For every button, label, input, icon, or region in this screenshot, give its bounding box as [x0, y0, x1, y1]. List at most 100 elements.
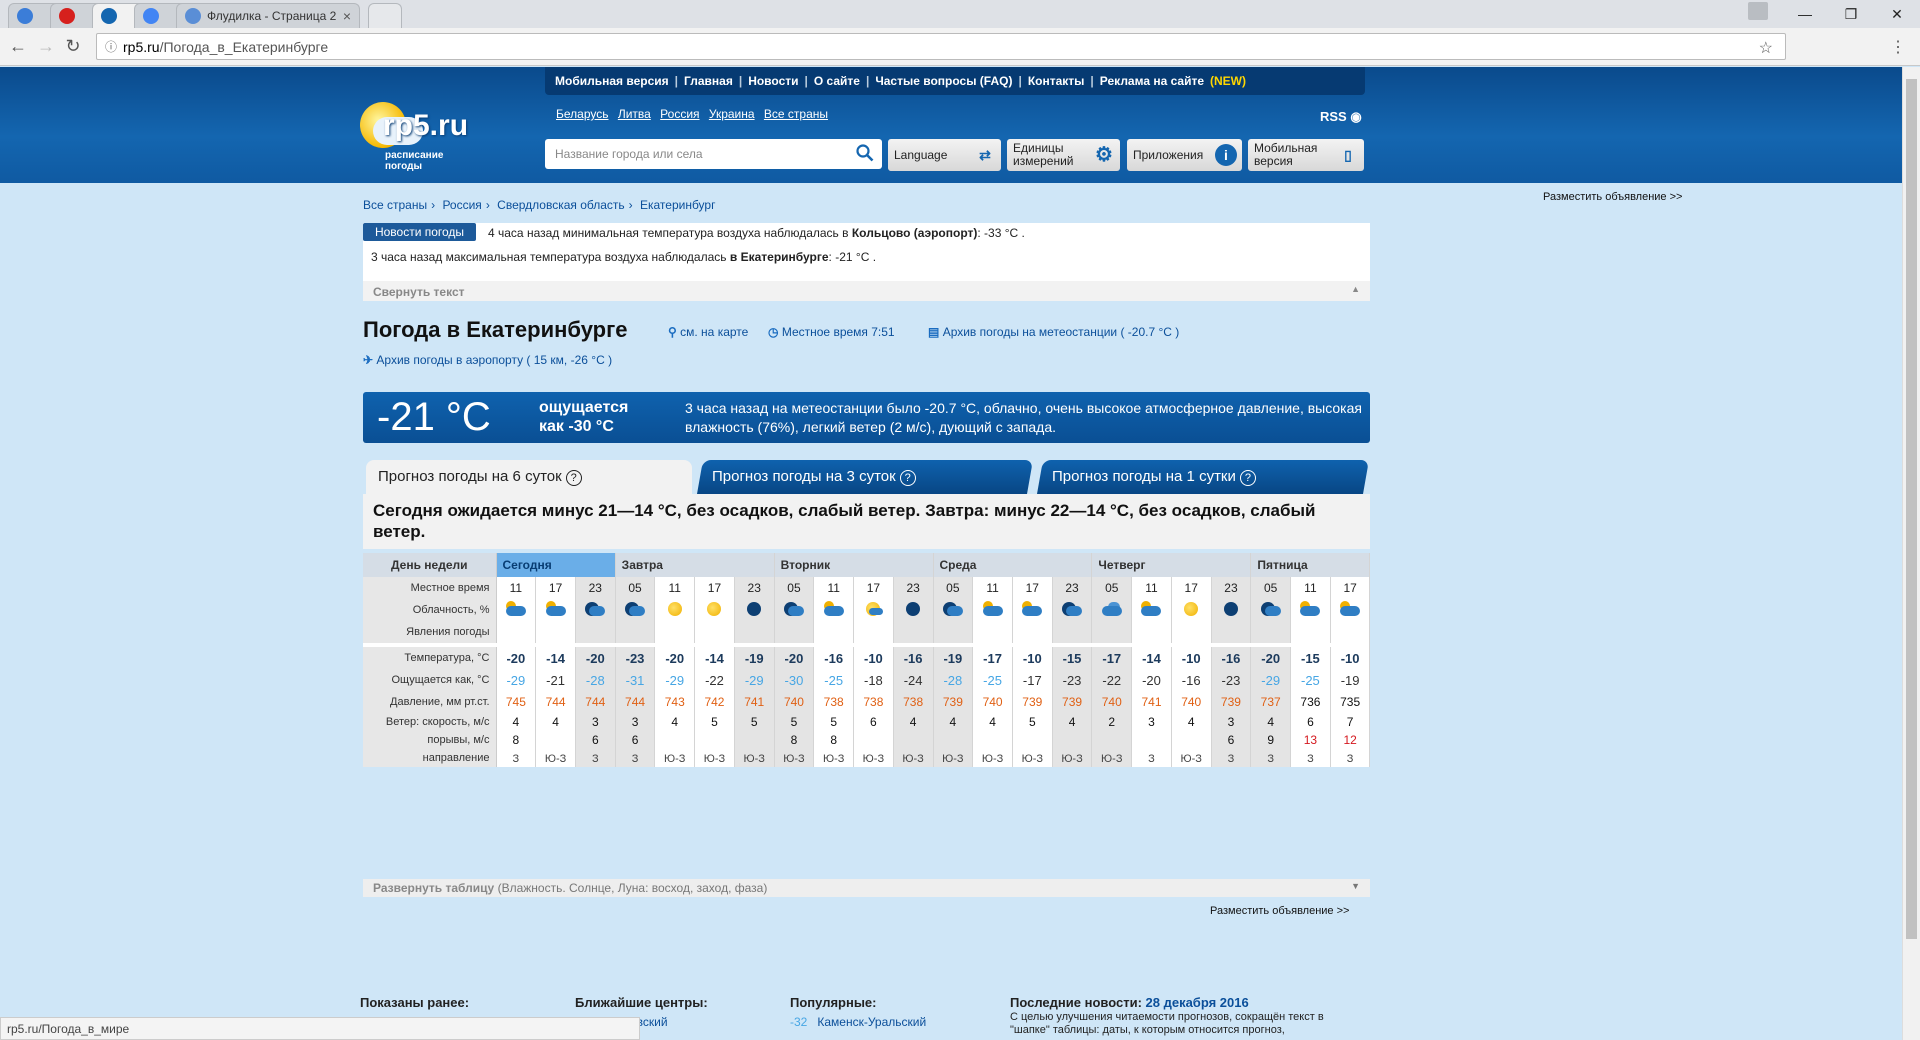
bookmark-star-icon[interactable]: ☆	[1759, 38, 1773, 58]
temperature-cell: -16	[813, 647, 855, 669]
phenomena-cell	[774, 621, 815, 643]
moon-cloud-icon	[1259, 600, 1283, 618]
cloud-row: Облачность, %	[363, 599, 1371, 621]
menu-item-news[interactable]: Новости	[748, 74, 798, 88]
sun-cloud-icon	[1139, 600, 1163, 618]
ad-link-top[interactable]: Разместить объявление >>	[1543, 191, 1682, 203]
pressure-cell: 742	[694, 691, 735, 713]
breadcrumb-item[interactable]: Все страны	[363, 198, 427, 212]
pressure-cell: 739	[1052, 691, 1093, 713]
pressure-cell: 735	[1330, 691, 1371, 713]
menu-item-about[interactable]: О сайте	[814, 74, 860, 88]
site-header: Мобильная версия | Главная | Новости | О са…	[0, 67, 1902, 183]
current-weather-bar: -21 °C ощущается как -30 °C 3 часа назад …	[363, 392, 1370, 443]
close-tab-icon[interactable]: ×	[339, 8, 351, 24]
breadcrumb-item[interactable]: Россия	[442, 198, 481, 212]
language-button[interactable]: Language ⇄	[888, 139, 1001, 171]
tab-forecast-3-days[interactable]: Прогноз погоды на 3 суток?	[697, 460, 1033, 494]
country-link[interactable]: Литва	[618, 107, 651, 121]
tab-forecast-6-days[interactable]: Прогноз погоды на 6 суток?	[366, 460, 692, 494]
search-icon[interactable]	[856, 144, 874, 162]
news-tag[interactable]: Новости погоды	[363, 223, 476, 241]
cloud-cell	[1211, 599, 1252, 621]
menu-item-mobile[interactable]: Мобильная версия	[555, 74, 669, 88]
tab-favicon-icon	[59, 8, 75, 24]
help-icon[interactable]: ?	[1239, 470, 1256, 486]
site-logo[interactable]: rp5.ru расписание погоды	[355, 97, 495, 177]
time-cell: 23	[734, 577, 775, 599]
archive-airport-link[interactable]: ✈ Архив погоды в аэропорту ( 15 км, -26 …	[363, 353, 612, 367]
collapse-text-button[interactable]: Свернуть текст ▲	[363, 281, 1370, 301]
country-link[interactable]: Все страны	[764, 107, 828, 121]
wind-cell: 4	[1171, 713, 1212, 731]
ad-link-middle[interactable]: Разместить объявление >>	[1210, 905, 1349, 917]
breadcrumb-item[interactable]: Екатеринбург	[640, 198, 716, 212]
breadcrumb-item[interactable]: Свердловская область	[497, 198, 624, 212]
apps-button[interactable]: Приложения i	[1127, 139, 1242, 171]
units-button[interactable]: Единицы измерений ⚙	[1007, 139, 1120, 171]
gusts-cell	[734, 731, 775, 749]
cloud-cell	[1091, 599, 1133, 621]
page-info-icon[interactable]: ⓘ	[105, 38, 117, 55]
restore-icon[interactable]: ❐	[1828, 0, 1874, 28]
latest-news-date[interactable]: 28 декабря 2016	[1146, 995, 1249, 1010]
page-scrollbar[interactable]	[1902, 67, 1920, 1040]
archive-station-link[interactable]: ▤ Архив погоды на метеостанции ( -20.7 °…	[928, 325, 1179, 339]
search-input[interactable]: Название города или села	[545, 139, 882, 169]
menu-item-contacts[interactable]: Контакты	[1028, 74, 1085, 88]
top-menu: Мобильная версия | Главная | Новости | О са…	[545, 67, 1365, 95]
country-link[interactable]: Беларусь	[556, 107, 608, 121]
temperature-cell: -20	[1250, 647, 1292, 669]
forward-icon[interactable]: →	[36, 36, 56, 57]
gusts-row: порывы, м/с 8 6 6 8 8 6 9 13 12	[363, 731, 1371, 749]
wind-cell: 3	[575, 713, 616, 731]
direction-cell: Ю-З	[1171, 749, 1212, 767]
search-placeholder: Название города или села	[555, 147, 703, 161]
menu-item-home[interactable]: Главная	[684, 74, 733, 88]
mobile-version-button[interactable]: Мобильная версия ▯	[1248, 139, 1364, 171]
feels-like-cell: -29	[496, 669, 537, 691]
feels-like-cell: -23	[1211, 669, 1252, 691]
wind-cell: 4	[535, 713, 576, 731]
new-tab-button[interactable]	[368, 3, 402, 28]
phone-icon: ▯	[1344, 147, 1352, 163]
cloud-cell	[933, 599, 974, 621]
country-link[interactable]: Россия	[660, 107, 699, 121]
scrollbar-thumb[interactable]	[1906, 79, 1917, 939]
address-bar[interactable]: ⓘ rp5.ru/Погода_в_Екатеринбурге ☆	[96, 33, 1786, 60]
wind-cell: 6	[1290, 713, 1331, 731]
wind-cell: 3	[1211, 713, 1252, 731]
expand-table-button[interactable]: Развернуть таблицу (Влажность. Солнце, Л…	[363, 879, 1370, 897]
wind-cell: 4	[496, 713, 537, 731]
time-cell: 11	[1131, 577, 1172, 599]
cloud-cell	[1012, 599, 1053, 621]
tab-forecast-1-day[interactable]: Прогноз погоды на 1 сутки?	[1037, 460, 1369, 494]
info-icon: i	[1215, 144, 1237, 166]
local-time-link[interactable]: ◷ Местное время 7:51	[768, 325, 895, 339]
map-link[interactable]: ⚲ см. на карте	[668, 325, 748, 339]
day-name: Четверг	[1091, 553, 1252, 577]
browser-tab[interactable]: Флудилка - Страница 2 ×	[176, 3, 360, 28]
phenomena-cell	[933, 621, 974, 643]
menu-item-faq[interactable]: Частые вопросы (FAQ)	[875, 74, 1012, 88]
wind-cell: 5	[734, 713, 775, 731]
cloud-cell	[1052, 599, 1093, 621]
rss-link[interactable]: RSS ◉	[1320, 109, 1362, 125]
shown-earlier-heading: Показаны ранее:	[360, 995, 470, 1010]
back-icon[interactable]: ←	[8, 36, 28, 57]
close-window-icon[interactable]: ✕	[1874, 0, 1920, 28]
browser-menu-icon[interactable]: ⋮	[1890, 37, 1906, 57]
row-label-time: Местное время	[363, 577, 497, 599]
forecast-summary: Сегодня ожидается минус 21—14 °C, без ос…	[363, 494, 1370, 549]
minimize-icon[interactable]: —	[1782, 0, 1828, 28]
reload-icon[interactable]: ↻	[63, 36, 83, 57]
user-profile-icon[interactable]	[1748, 2, 1768, 20]
help-icon[interactable]: ?	[899, 470, 916, 486]
menu-item-ads[interactable]: Реклама на сайте	[1100, 74, 1204, 88]
temperature-cell: -16	[1211, 647, 1252, 669]
country-link[interactable]: Украина	[709, 107, 755, 121]
cloud-cell	[893, 599, 934, 621]
help-icon[interactable]: ?	[565, 470, 582, 486]
pressure-cell: 737	[1250, 691, 1292, 713]
popular-item[interactable]: -32 Каменск-Уральский	[790, 1015, 926, 1029]
